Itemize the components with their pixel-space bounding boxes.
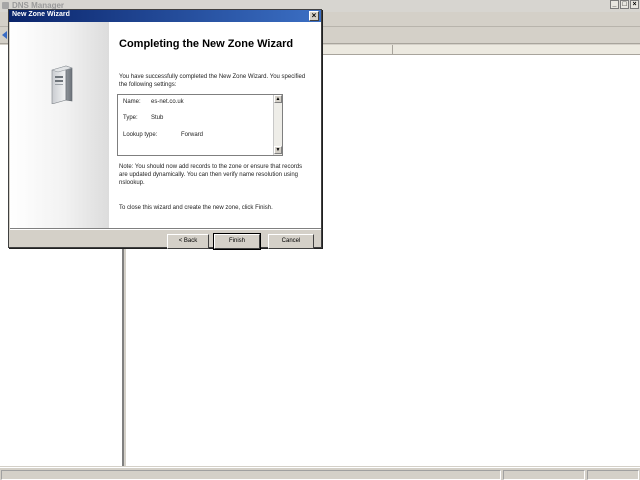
column-separator[interactable] [392, 45, 393, 55]
server-icon [51, 65, 73, 104]
settings-scrollbar[interactable]: ▲ ▼ [273, 95, 282, 155]
new-zone-wizard-dialog: New Zone Wizard × Completing the New Zon… [8, 9, 322, 250]
back-arrow-icon[interactable] [2, 31, 7, 39]
wizard-titlebar[interactable]: New Zone Wizard × [9, 10, 321, 22]
wizard-side-panel [10, 22, 109, 228]
cancel-button[interactable]: Cancel [268, 234, 314, 249]
minimize-button[interactable]: _ [610, 0, 619, 9]
settings-key: Name: [123, 99, 141, 105]
status-segment [503, 470, 585, 480]
maximize-button[interactable]: □ [620, 0, 629, 9]
settings-value: Stub [151, 115, 164, 121]
scroll-down-button[interactable]: ▼ [274, 146, 282, 154]
wizard-close-button[interactable]: × [309, 11, 319, 21]
settings-value: es-net.co.uk [151, 99, 184, 105]
scroll-up-button[interactable]: ▲ [274, 95, 282, 103]
settings-summary-box[interactable]: Name: es-net.co.uk Type: Stub Lookup typ… [117, 94, 283, 156]
button-separator [10, 228, 321, 230]
finish-button[interactable]: Finish [213, 233, 261, 250]
status-bar [0, 467, 640, 480]
status-segment [1, 470, 501, 480]
wizard-finish-instructions: To close this wizard and create the new … [119, 205, 273, 211]
settings-row-lookup-type: Lookup type: Forward [123, 132, 203, 138]
settings-key: Lookup type: [123, 132, 158, 138]
close-button[interactable]: × [630, 0, 639, 9]
wizard-title: New Zone Wizard [12, 11, 70, 18]
wizard-heading: Completing the New Zone Wizard [119, 38, 294, 50]
dns-app-icon [2, 2, 9, 9]
status-segment [587, 470, 639, 480]
settings-row-type: Type: Stub [123, 115, 163, 121]
settings-value: Forward [181, 132, 204, 138]
wizard-note-text: Note: You should now add records to the … [119, 164, 303, 186]
window-controls: _ □ × [610, 0, 639, 9]
settings-key: Type: [123, 115, 138, 121]
settings-row-name: Name: es-net.co.uk [123, 99, 184, 105]
back-button[interactable]: < Back [167, 234, 209, 249]
wizard-intro-text: You have successfully completed the New … [119, 74, 306, 88]
wizard-body: Completing the New Zone Wizard You have … [10, 22, 321, 228]
